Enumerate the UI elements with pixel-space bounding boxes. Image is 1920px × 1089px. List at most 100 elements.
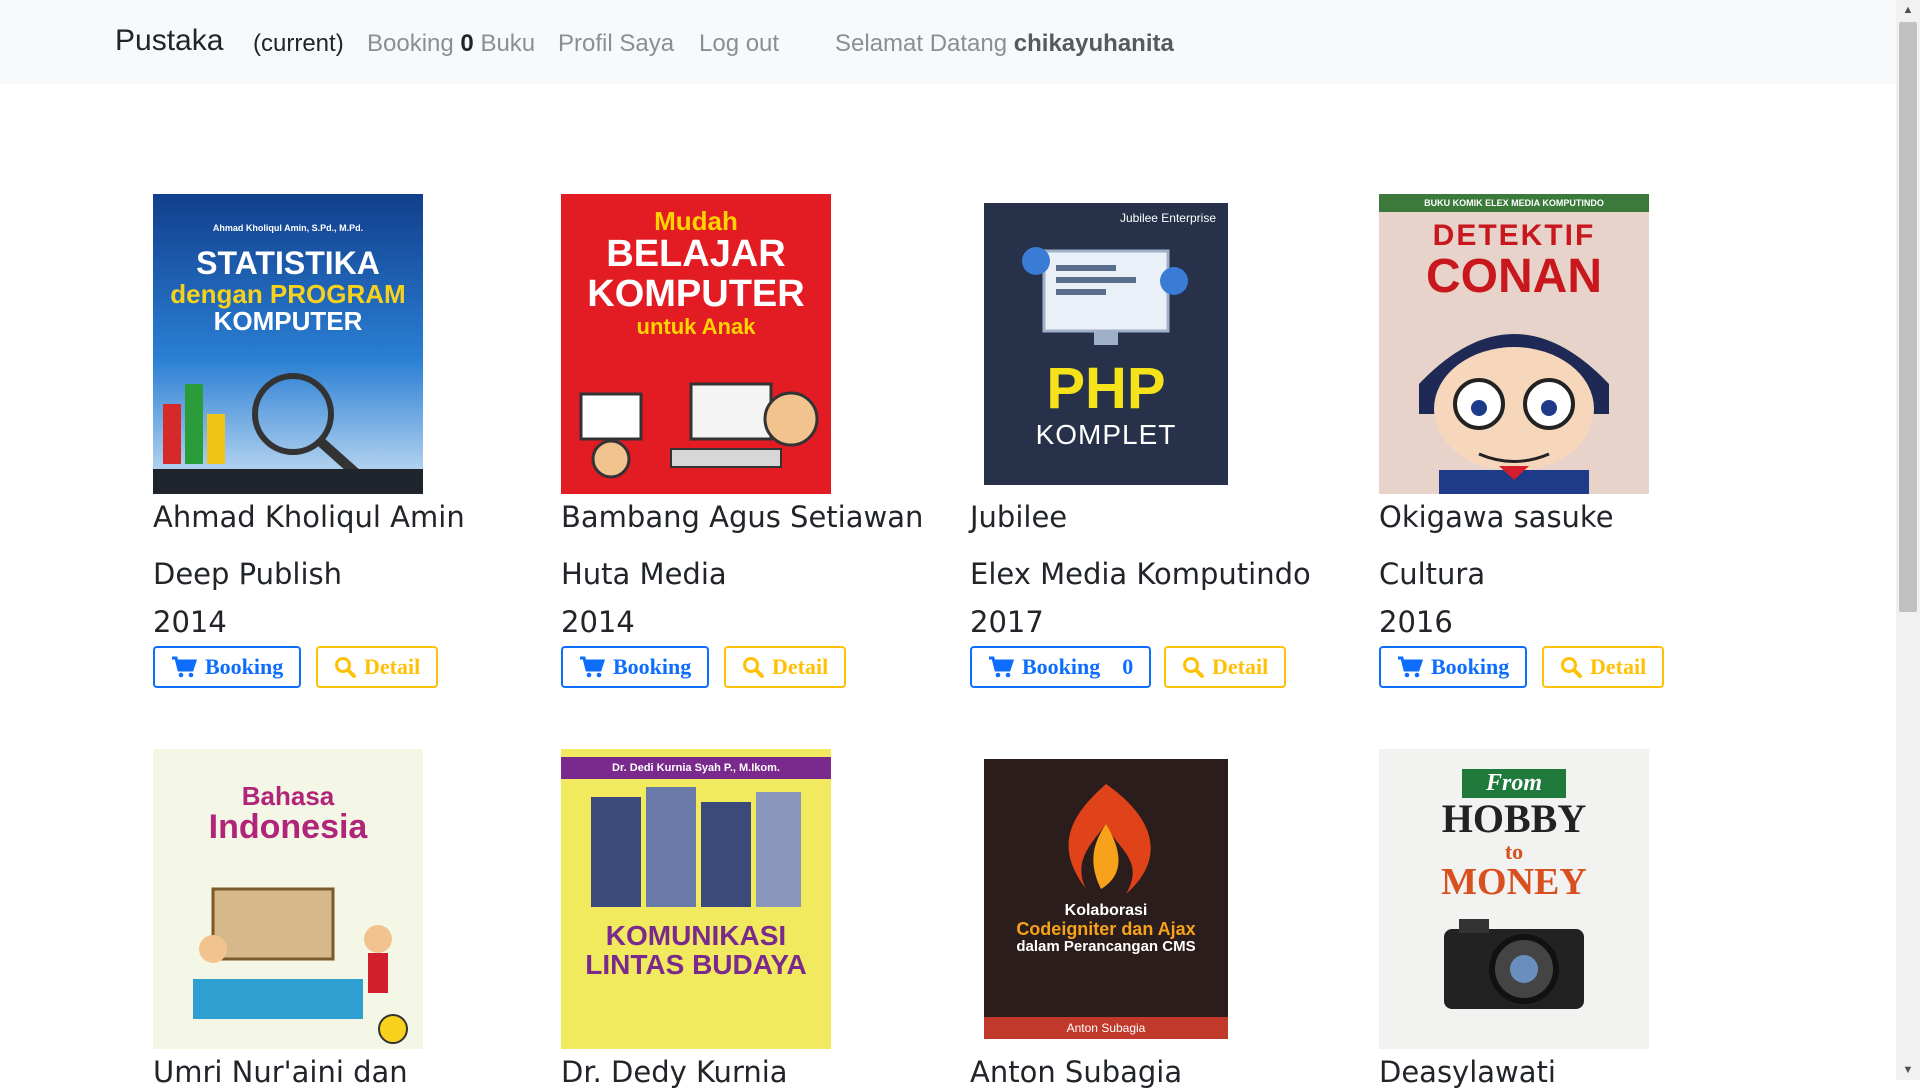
booking-button[interactable]: Booking (561, 646, 710, 688)
book-year: 2017 (970, 605, 1044, 639)
character-illustration-icon (1419, 334, 1609, 494)
scroll-up-icon[interactable]: ▲ (1896, 0, 1920, 20)
detail-button[interactable]: Detail (1164, 646, 1287, 688)
book-year: 2016 (1379, 605, 1453, 639)
book-author: Ahmad Kholiqul Amin (153, 500, 465, 534)
nav-booking-label: Booking (367, 30, 454, 57)
book-publisher: Deep Publish (153, 557, 343, 591)
cover-title: KOMUNIKASI (605, 920, 787, 951)
flame-logo-icon (1068, 784, 1151, 894)
classroom-illustration-icon (193, 887, 408, 1044)
cart-icon (172, 656, 197, 678)
book-author: Bambang Agus Setiawan (561, 500, 924, 534)
booking-count-badge: 0 (1122, 654, 1134, 679)
page-scrollbar[interactable]: ▲ ▼ (1896, 0, 1920, 1080)
cover-title: Codeigniter dan Ajax (1016, 918, 1196, 939)
scroll-thumb[interactable] (1899, 22, 1917, 612)
cover-title-2: dengan PROGRAM (170, 278, 406, 309)
book-author: Deasylawati (1379, 1055, 1556, 1089)
book-card: Ahmad Kholiqul Amin, S.Pd., M.Pd. STATIS… (153, 194, 553, 688)
cover-title: Bahasa (241, 781, 335, 811)
book-year: 2014 (153, 605, 227, 639)
cover-title: STATISTIKA (196, 244, 380, 281)
book-card: Bahasa Indonesia Umri Nur'aini dan (153, 749, 553, 1089)
book-cover[interactable]: BUKU KOMIK ELEX MEDIA KOMPUTINDO DETEKTI… (1379, 194, 1649, 494)
cover-title-2: LINTAS BUDAYA (585, 949, 807, 981)
book-card: Kolaborasi Codeigniter dan Ajax dalam Pe… (970, 749, 1370, 1089)
username: chikayuhanita (1013, 30, 1174, 57)
booking-label: Booking (205, 654, 284, 679)
nav-current[interactable]: (current) (253, 30, 344, 58)
cover-title-3: KOMPUTER (213, 305, 363, 336)
cover-title-3: Anton Subagia (984, 1017, 1228, 1039)
cover-title: PHP (1046, 355, 1166, 421)
book-publisher: Huta Media (561, 557, 727, 591)
kids-computer-illustration-icon (579, 382, 819, 479)
cover-title: BELAJAR (606, 233, 786, 276)
booking-button[interactable]: Booking 0 (970, 646, 1152, 688)
book-cover[interactable]: Kolaborasi Codeigniter dan Ajax dalam Pe… (970, 749, 1240, 1049)
search-icon (335, 657, 356, 678)
detail-button[interactable]: Detail (316, 646, 439, 688)
book-author: Jubilee (970, 500, 1068, 534)
cover-small-text: Kolaborasi (1064, 902, 1148, 919)
chart-illustration-icon (153, 373, 423, 494)
cover-title: HOBBY (1441, 796, 1587, 842)
booking-button[interactable]: Booking (1379, 646, 1528, 688)
cart-icon (1398, 656, 1423, 678)
book-card: Mudah BELAJAR KOMPUTER untuk Anak Bamban… (561, 194, 961, 688)
book-publisher: Cultura (1379, 557, 1486, 591)
detail-button[interactable]: Detail (724, 646, 847, 688)
cover-title-3: MONEY (1441, 861, 1587, 904)
book-cover[interactable]: From HOBBY to MONEY (1379, 749, 1649, 1049)
booking-label: Booking (1431, 654, 1510, 679)
cover-title-2: KOMPLET (1035, 418, 1177, 450)
cover-title-2: Indonesia (208, 808, 368, 847)
nav-logout-link[interactable]: Log out (699, 30, 779, 58)
book-author: Dr. Dedy Kurnia (561, 1055, 788, 1089)
book-cover[interactable]: Jubilee Enterprise PHP KOMPLET (970, 194, 1240, 494)
book-publisher: Elex Media Komputindo (970, 557, 1311, 591)
book-cover[interactable]: Dr. Dedi Kurnia Syah P., M.Ikom. KOMUNIK… (561, 749, 831, 1049)
cover-title: DETEKTIF (1432, 219, 1596, 252)
cover-title-3: untuk Anak (636, 314, 756, 340)
cover-title-2: dalam Perancangan CMS (1016, 937, 1196, 955)
book-card: Jubilee Enterprise PHP KOMPLET Jubilee E… (970, 194, 1370, 688)
book-author: Anton Subagia (970, 1055, 1183, 1089)
book-cover[interactable]: Mudah BELAJAR KOMPUTER untuk Anak (561, 194, 831, 494)
booking-button[interactable]: Booking (153, 646, 302, 688)
cart-icon (989, 656, 1014, 678)
cover-small-text: Mudah (654, 206, 738, 236)
search-icon (1561, 657, 1582, 678)
book-cover-image: Kolaborasi Codeigniter dan Ajax dalam Pe… (984, 759, 1228, 1039)
welcome-label: Selamat Datang (835, 30, 1008, 57)
cover-title-2: KOMPUTER (587, 273, 805, 316)
cover-small-text: BUKU KOMIK ELEX MEDIA KOMPUTINDO (1379, 194, 1649, 212)
brand-link[interactable]: Pustaka (115, 24, 223, 58)
book-cover-image: Dr. Dedi Kurnia Syah P., M.Ikom. KOMUNIK… (561, 749, 831, 1049)
detail-button[interactable]: Detail (1542, 646, 1665, 688)
book-author: Umri Nur'aini dan (153, 1055, 408, 1089)
nav-booking-count: 0 (460, 30, 474, 57)
booking-label: Booking (613, 654, 692, 679)
nav-profile-link[interactable]: Profil Saya (558, 30, 674, 58)
book-cover-image: From HOBBY to MONEY (1379, 749, 1649, 1049)
book-card: BUKU KOMIK ELEX MEDIA KOMPUTINDO DETEKTI… (1379, 194, 1779, 688)
book-cover[interactable]: Bahasa Indonesia (153, 749, 423, 1049)
nav-booking-link[interactable]: Booking 0 Buku (367, 30, 535, 58)
cover-title-2: to (1504, 839, 1524, 865)
scroll-down-icon[interactable]: ▼ (1896, 1060, 1920, 1080)
cart-icon (580, 656, 605, 678)
cover-small-text: Ahmad Kholiqul Amin, S.Pd., M.Pd. (212, 222, 364, 233)
detail-label: Detail (1590, 654, 1647, 679)
book-card: Dr. Dedi Kurnia Syah P., M.Ikom. KOMUNIK… (561, 749, 961, 1089)
booking-label: Booking (1022, 654, 1101, 679)
people-illustration-icon (591, 787, 801, 907)
book-author: Okigawa sasuke (1379, 500, 1614, 534)
book-cover[interactable]: Ahmad Kholiqul Amin, S.Pd., M.Pd. STATIS… (153, 194, 423, 494)
nav-booking-suffix: Buku (480, 30, 536, 57)
camera-illustration-icon (1444, 919, 1584, 1010)
book-card: From HOBBY to MONEY Deasylawati (1379, 749, 1779, 1089)
search-icon (743, 657, 764, 678)
welcome-text: Selamat Datang chikayuhanita (835, 30, 1174, 58)
